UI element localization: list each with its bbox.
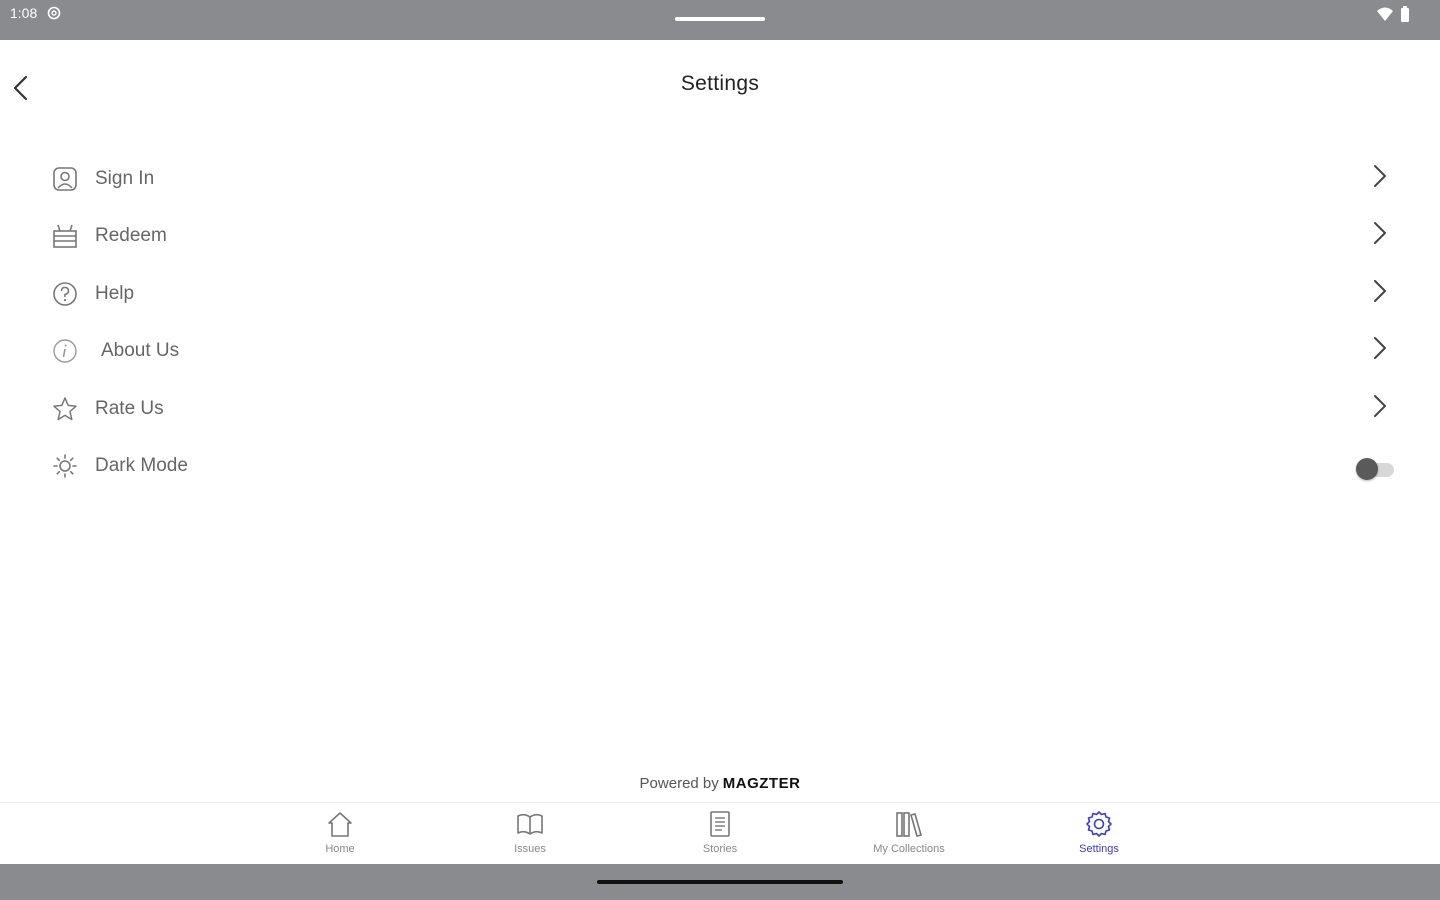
star-icon xyxy=(53,396,77,420)
settings-item-rate-us[interactable]: Rate Us xyxy=(0,380,1440,437)
book-icon xyxy=(517,813,543,835)
app-header: Settings xyxy=(0,40,1440,132)
settings-item-label: Rate Us xyxy=(95,397,164,419)
chevron-right-icon xyxy=(1374,337,1386,360)
system-nav-bar xyxy=(0,864,1440,900)
settings-item-label: Dark Mode xyxy=(95,454,188,476)
sun-icon xyxy=(53,454,77,478)
help-circle-icon xyxy=(53,281,77,306)
settings-item-help[interactable]: Help xyxy=(0,265,1440,322)
settings-item-label: Help xyxy=(95,282,135,304)
settings-item-label: Sign In xyxy=(95,168,155,189)
battery-icon xyxy=(1401,6,1409,22)
settings-item-dark-mode: Dark Mode xyxy=(0,437,1440,494)
chevron-right-icon xyxy=(1374,394,1386,417)
document-icon xyxy=(710,811,730,837)
tab-home[interactable]: Home xyxy=(270,809,410,861)
settings-gear-icon xyxy=(47,6,61,20)
toggle-knob xyxy=(1356,457,1378,480)
home-gesture-handle[interactable] xyxy=(597,880,843,884)
tab-label: Stories xyxy=(702,843,738,855)
tab-label: Issues xyxy=(514,843,546,855)
bottom-nav: Home Issues Stories My Collections Setti… xyxy=(0,802,1440,864)
brand-logo: MAGZTER xyxy=(722,775,801,792)
tab-label: Home xyxy=(325,843,355,855)
settings-item-label: Redeem xyxy=(95,225,167,247)
page-title: Settings xyxy=(680,72,760,95)
info-circle-icon xyxy=(53,339,77,363)
status-time: 1:08 xyxy=(10,5,38,21)
settings-item-redeem[interactable]: Redeem xyxy=(0,207,1440,264)
settings-list: Sign In Redeem Help About Us Rate Us Dar… xyxy=(0,150,1440,494)
drag-handle[interactable] xyxy=(675,17,765,21)
settings-item-sign-in[interactable]: Sign In xyxy=(0,150,1440,207)
status-bar: 1:08 xyxy=(0,0,1440,40)
wifi-icon xyxy=(1377,7,1393,21)
settings-item-about-us[interactable]: About Us xyxy=(0,322,1440,379)
chevron-right-icon xyxy=(1374,165,1386,187)
settings-item-label: About Us xyxy=(101,340,180,362)
powered-by-text: Powered by xyxy=(639,775,719,792)
dark-mode-toggle[interactable] xyxy=(1356,457,1396,480)
chevron-right-icon xyxy=(1374,279,1386,302)
gear-icon xyxy=(1086,811,1112,837)
home-icon xyxy=(328,812,352,837)
tab-issues[interactable]: Issues xyxy=(460,809,600,861)
tab-label: Settings xyxy=(1079,843,1119,855)
tab-stories[interactable]: Stories xyxy=(650,809,790,861)
library-icon xyxy=(896,812,922,837)
tab-label: My Collections xyxy=(873,843,945,855)
powered-by: Powered by MAGZTER xyxy=(0,775,1440,792)
gift-icon xyxy=(53,225,77,249)
tab-settings[interactable]: Settings xyxy=(1029,809,1169,861)
chevron-right-icon xyxy=(1374,222,1386,245)
user-icon xyxy=(53,167,77,191)
tab-my-collections[interactable]: My Collections xyxy=(839,809,979,861)
